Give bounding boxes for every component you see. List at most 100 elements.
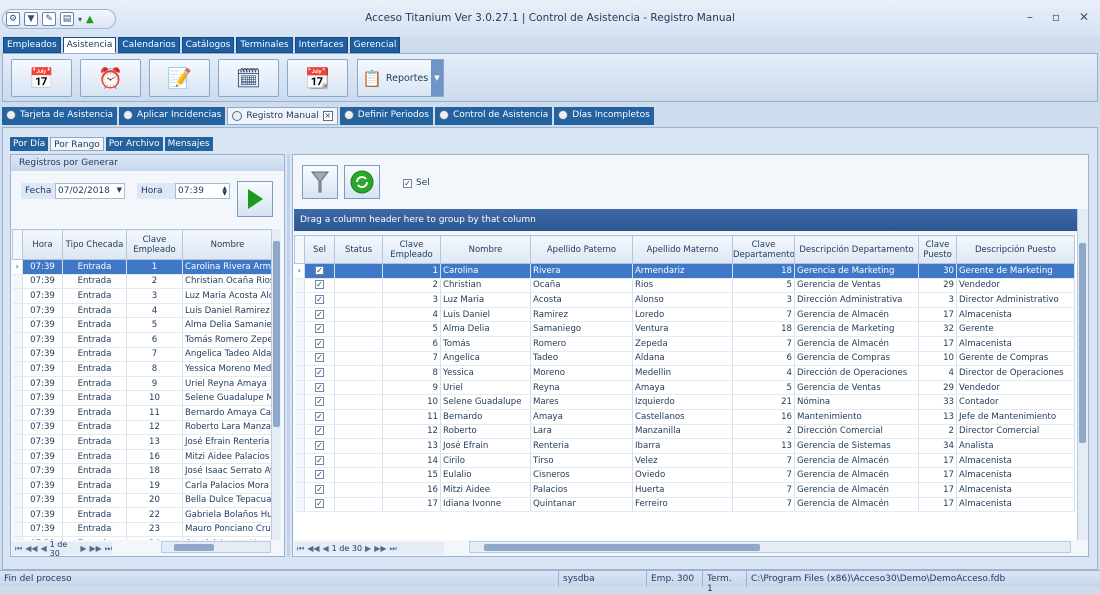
col-hora[interactable]: Hora (22, 229, 63, 260)
tab-catalogos[interactable]: Catálogos (181, 37, 235, 53)
checkbox-icon[interactable]: ✓ (315, 265, 324, 275)
sel-cell[interactable]: ✓ (304, 278, 335, 294)
table-row[interactable]: ✓ 3 Luz Maria Acosta Alonso 3 Dirección Admini… (294, 292, 1075, 308)
group-by-panel[interactable]: Drag a column header here to group by th… (294, 209, 1087, 231)
sel-cell[interactable]: ✓ (304, 351, 335, 367)
next-page-icon[interactable]: ▶▶ (89, 544, 101, 553)
sel-cell[interactable]: ✓ (304, 409, 335, 425)
calendar-timeline-button[interactable]: 🗓 (218, 59, 279, 97)
tab-terminales[interactable]: Terminales (236, 37, 293, 53)
maximize-button[interactable]: ▫ (1046, 10, 1066, 24)
sel-cell[interactable]: ✓ (304, 453, 335, 469)
checkbox-icon[interactable]: ✓ (315, 294, 324, 304)
col-clave-puesto[interactable]: Clave Puesto (918, 235, 957, 264)
close-icon[interactable]: × (322, 111, 333, 121)
sel-cell[interactable]: ✓ (304, 336, 335, 352)
table-row[interactable]: 07:39 Entrada 12 Roberto Lara Manzanil (12, 420, 273, 436)
checkbox-icon[interactable]: ✓ (315, 309, 324, 319)
sel-cell[interactable]: ✓ (304, 467, 335, 483)
table-row[interactable]: › 07:39 Entrada 1 Carolina Rivera Armen (12, 259, 273, 275)
vertical-scrollbar[interactable] (1077, 209, 1088, 540)
col-clave-departamento[interactable]: Clave Departamento (732, 235, 795, 264)
tab-registro-manual[interactable]: Registro Manual × (227, 107, 338, 125)
last-icon[interactable]: ⏭ (105, 544, 112, 554)
tab-aplicar-incidencias[interactable]: Aplicar Incidencias (119, 107, 226, 125)
sel-cell[interactable]: ✓ (304, 365, 335, 381)
table-row[interactable]: 07:39 Entrada 7 Angelica Tadeo Aldana (12, 347, 273, 363)
tab-por-rango[interactable]: Por Rango (50, 137, 104, 151)
checkbox-icon[interactable]: ✓ (315, 338, 324, 348)
checkbox-icon[interactable]: ✓ (315, 397, 324, 407)
checkbox-icon[interactable]: ✓ (315, 484, 324, 494)
checkbox-icon[interactable]: ✓ (403, 178, 412, 188)
sel-cell[interactable]: ✓ (304, 497, 335, 513)
splitter[interactable] (287, 154, 290, 557)
col-nombre[interactable]: Nombre (440, 235, 531, 264)
scroll-thumb[interactable] (1079, 243, 1086, 443)
hora-field[interactable]: 07:39 ▲ ▼ (175, 183, 230, 199)
col-status[interactable]: Status (334, 235, 383, 264)
col-sel[interactable]: Sel (304, 235, 335, 264)
table-row[interactable]: 07:39Entrada4Luis Daniel Ramirez Lor (12, 303, 273, 319)
table-row[interactable]: 07:39Entrada3Luz Maria Acosta Alons (12, 288, 273, 304)
table-row[interactable]: 07:39Entrada10Selene Guadalupe Mar (12, 390, 273, 406)
next-page-icon[interactable]: ▶▶ (374, 544, 386, 553)
sel-cell[interactable]: ✓ (304, 321, 335, 337)
table-row[interactable]: ✓ 9 Uriel Reyna Amaya 5 Gerencia de Ventas 29 Ve… (294, 380, 1075, 396)
table-row[interactable]: 07:39 Entrada 19 Carla Palacios Mora (12, 478, 273, 494)
table-row[interactable]: ✓ 13 José Efrain Renteria Ibarra 13 Gerencia d… (294, 438, 1075, 454)
scroll-thumb[interactable] (484, 544, 760, 551)
checkbox-icon[interactable]: ✓ (315, 470, 324, 480)
tab-dias-incompletos[interactable]: Días Incompletos (554, 107, 654, 125)
tab-calendarios[interactable]: Calendarios (118, 37, 180, 53)
fecha-field[interactable]: 07/02/2018 ▼ (55, 183, 125, 199)
table-row[interactable]: 07:39Entrada5Alma Delia Samaniego (12, 317, 273, 333)
calendar-button[interactable]: 📅 (11, 59, 72, 97)
checkbox-icon[interactable]: ✓ (315, 324, 324, 334)
table-row[interactable]: ✓ 10 Selene Guadalupe Mares Izquierdo 21 Nómin… (294, 394, 1075, 410)
checkbox-icon[interactable]: ✓ (315, 382, 324, 392)
filter-button[interactable] (302, 165, 338, 199)
tab-gerencial[interactable]: Gerencial (349, 37, 401, 53)
checkbox-icon[interactable]: ✓ (315, 353, 324, 363)
generate-button[interactable] (237, 181, 273, 217)
refresh-button[interactable] (344, 165, 380, 199)
tab-definir-periodos[interactable]: Definir Periodos (339, 107, 433, 125)
horizontal-scrollbar[interactable] (161, 541, 271, 553)
table-row[interactable]: 07:39 Entrada 2 Christian Ocaña Rios (12, 274, 273, 290)
table-row[interactable]: 07:39 Entrada 8 Yessica Moreno Medell (12, 361, 273, 377)
col-apellido-materno[interactable]: Apellido Materno (632, 235, 733, 264)
spinner-icon[interactable]: ▲ ▼ (222, 186, 227, 197)
sel-all-checkbox[interactable]: ✓ Sel (403, 178, 430, 188)
tab-empleados[interactable]: Empleados (3, 37, 61, 53)
table-row[interactable]: ✓ 4 Luis Daniel Ramirez Loredo 7 Gerencia de A… (294, 307, 1075, 323)
last-icon[interactable]: ⏭ (390, 544, 397, 554)
sel-cell[interactable]: ✓ (304, 424, 335, 440)
vertical-scrollbar[interactable] (271, 229, 281, 540)
sel-cell[interactable]: ✓ (304, 482, 335, 498)
tab-asistencia[interactable]: Asistencia (62, 37, 117, 53)
col-descripcion-departamento[interactable]: Descripción Departamento (794, 235, 919, 264)
table-row[interactable]: 07:39 Entrada 9 Uriel Reyna Amaya (12, 376, 273, 392)
next-icon[interactable]: ▶ (365, 544, 371, 553)
checkbox-icon[interactable]: ✓ (315, 440, 324, 450)
tab-interfaces[interactable]: Interfaces (294, 37, 348, 53)
col-clave-empleado[interactable]: Clave Empleado (126, 229, 183, 260)
checkbox-icon[interactable]: ✓ (315, 367, 324, 377)
minimize-button[interactable]: – (1020, 10, 1040, 24)
checkbox-icon[interactable]: ✓ (315, 411, 324, 421)
prev-icon[interactable]: ◀ (41, 544, 47, 553)
checkbox-icon[interactable]: ✓ (315, 455, 324, 465)
tab-por-dia[interactable]: Por Día (10, 137, 49, 151)
horizontal-scrollbar[interactable] (469, 541, 1071, 553)
table-row[interactable]: 07:39 Entrada 20 Bella Dulce Tepacuach (12, 493, 273, 509)
table-row[interactable]: ✓ 8 Yessica Moreno Medellin 4 Dirección de Ope… (294, 365, 1075, 381)
first-icon[interactable]: ⏮ (15, 544, 22, 554)
col-clave-empleado[interactable]: Clave Empleado (382, 235, 441, 264)
tab-control-de-asistencia[interactable]: Control de Asistencia (434, 107, 553, 125)
checkbox-icon[interactable]: ✓ (315, 280, 324, 290)
table-row[interactable]: 07:39 Entrada 18 José Isaac Serrato Aya (12, 463, 273, 479)
checkbox-icon[interactable]: ✓ (315, 499, 324, 509)
table-row[interactable]: 07:39Entrada23Mauro Ponciano Cruz F (12, 522, 273, 538)
tab-tarjeta-de-asistencia[interactable]: Tarjeta de Asistencia (2, 107, 118, 125)
